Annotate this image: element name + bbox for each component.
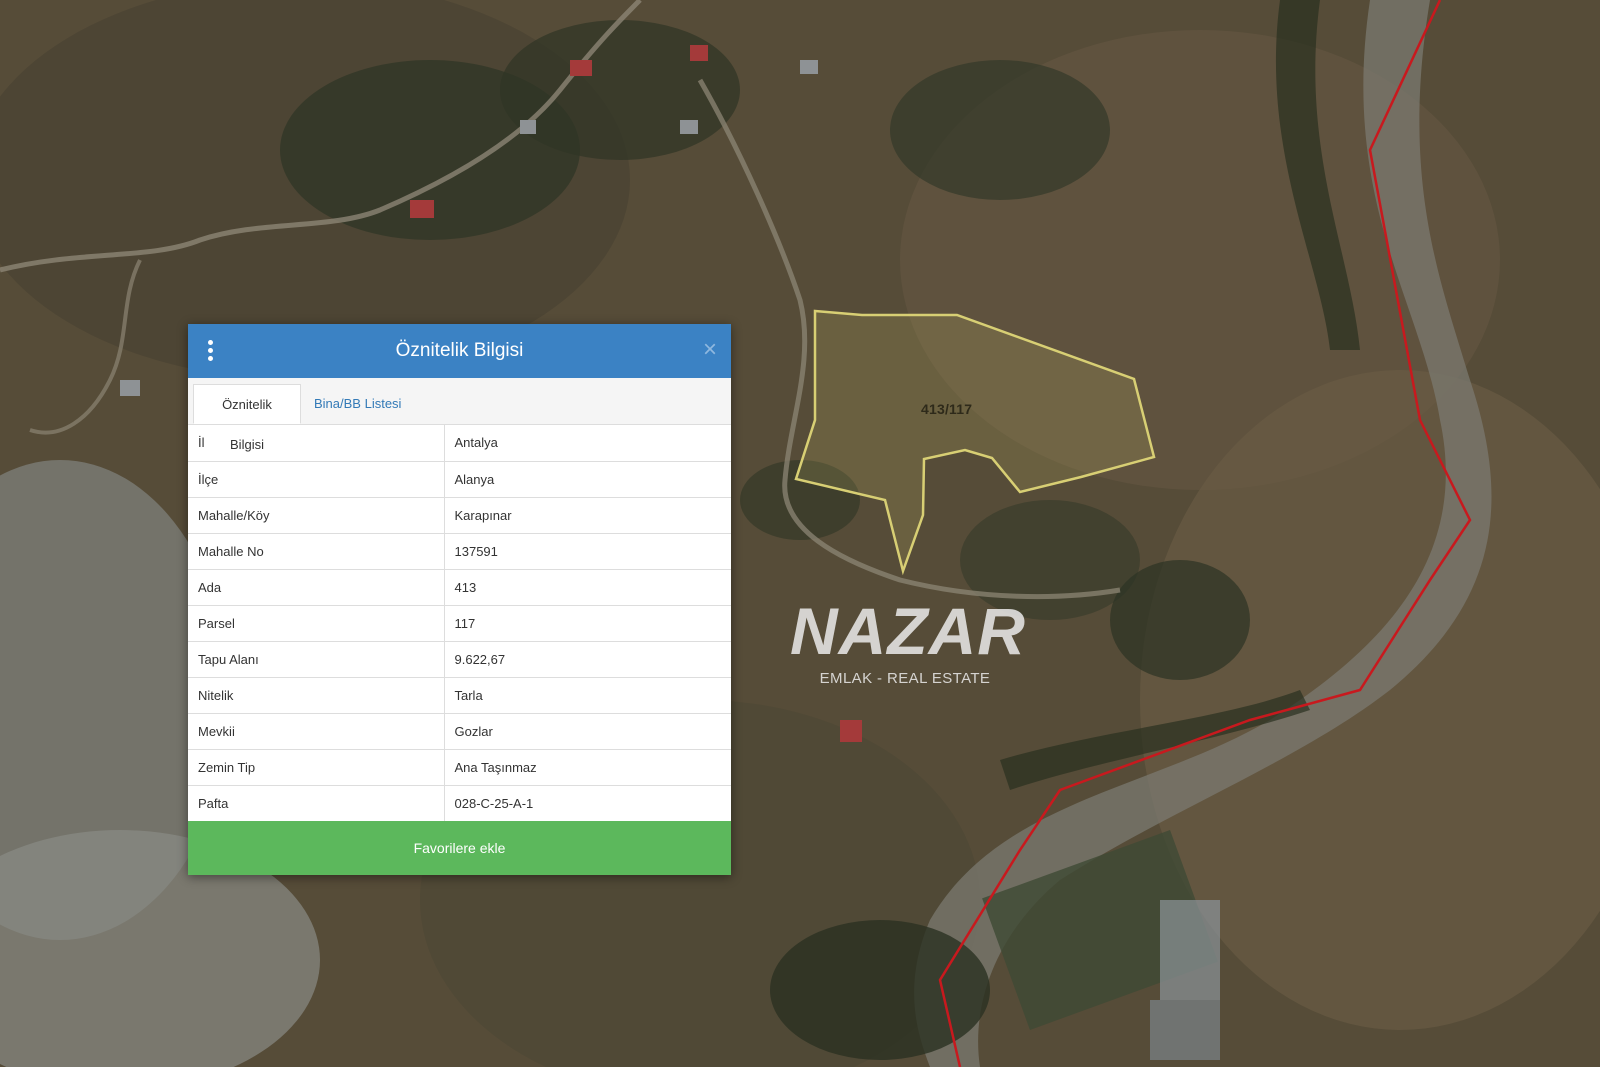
table-row: Nitelik Tarla [188, 677, 731, 714]
row-key: Parsel [188, 605, 445, 642]
building [680, 120, 698, 134]
row-value: 9.622,67 [444, 641, 731, 678]
tab-building-list[interactable]: Bina/BB Listesi [304, 384, 411, 424]
building [410, 200, 434, 218]
row-key: İl [188, 425, 445, 462]
table-row: İlçe Alanya [188, 461, 731, 498]
row-value: 413 [444, 569, 731, 606]
greenhouse [1150, 1000, 1220, 1060]
row-value: 117 [444, 605, 731, 642]
table-row: İl Antalya [188, 425, 731, 462]
row-key: Mevkii [188, 713, 445, 750]
attribute-table: İl Antalya İlçe Alanya Mahalle/Köy Karapına… [188, 425, 731, 821]
table-row: Mevkii Gozlar [188, 713, 731, 750]
row-key: İlçe [188, 461, 445, 498]
vertical-dots-icon[interactable] [208, 340, 214, 362]
row-value: Karapınar [444, 497, 731, 534]
tab-bar: Öznitelik Bilgisi Bina/BB Listesi [188, 378, 731, 452]
row-key: Pafta [188, 785, 445, 821]
table-row: Tapu Alanı 9.622,67 [188, 641, 731, 678]
attribute-panel: Öznitelik Bilgisi × Öznitelik Bilgisi Bi… [188, 324, 731, 875]
tree-cluster [770, 920, 990, 1060]
row-key: Mahalle No [188, 533, 445, 570]
building [690, 45, 708, 61]
row-key: Zemin Tip [188, 749, 445, 786]
building [840, 720, 862, 742]
row-value: Antalya [444, 425, 731, 462]
row-value: Ana Taşınmaz [444, 749, 731, 786]
parcel-label: 413/117 [921, 401, 973, 417]
table-row: Mahalle/Köy Karapınar [188, 497, 731, 534]
table-row: Ada 413 [188, 569, 731, 606]
building [520, 120, 536, 134]
add-to-favorites-button[interactable]: Favorilere ekle [188, 821, 731, 875]
row-value: 137591 [444, 533, 731, 570]
panel-header: Öznitelik Bilgisi × [188, 324, 731, 378]
table-row: Pafta 028-C-25-A-1 [188, 785, 731, 821]
close-icon[interactable]: × [703, 338, 717, 362]
table-row: Mahalle No 137591 [188, 533, 731, 570]
row-value: 028-C-25-A-1 [454, 795, 534, 811]
tab-attribute-info[interactable]: Öznitelik Bilgisi [193, 384, 301, 452]
watermark: NAZAR EMLAK - REAL ESTATE [790, 594, 1026, 687]
greenhouse [1160, 900, 1220, 1000]
tree-cluster [890, 60, 1110, 200]
tree-cluster [1110, 560, 1250, 680]
row-key: Nitelik [188, 677, 445, 714]
panel-title: Öznitelik Bilgisi [395, 340, 524, 361]
row-value: Alanya [444, 461, 731, 498]
row-value: Tarla [444, 677, 731, 714]
row-value: Gozlar [444, 713, 731, 750]
row-key: Tapu Alanı [188, 641, 445, 678]
building [800, 60, 818, 74]
building [120, 380, 140, 396]
watermark-logo: NAZAR [790, 594, 1026, 668]
table-row: Parsel 117 [188, 605, 731, 642]
row-key: Ada [188, 569, 445, 606]
row-key: Mahalle/Köy [188, 497, 445, 534]
watermark-subtitle: EMLAK - REAL ESTATE [819, 670, 991, 687]
table-row: Zemin Tip Ana Taşınmaz [188, 749, 731, 786]
building [570, 60, 592, 76]
